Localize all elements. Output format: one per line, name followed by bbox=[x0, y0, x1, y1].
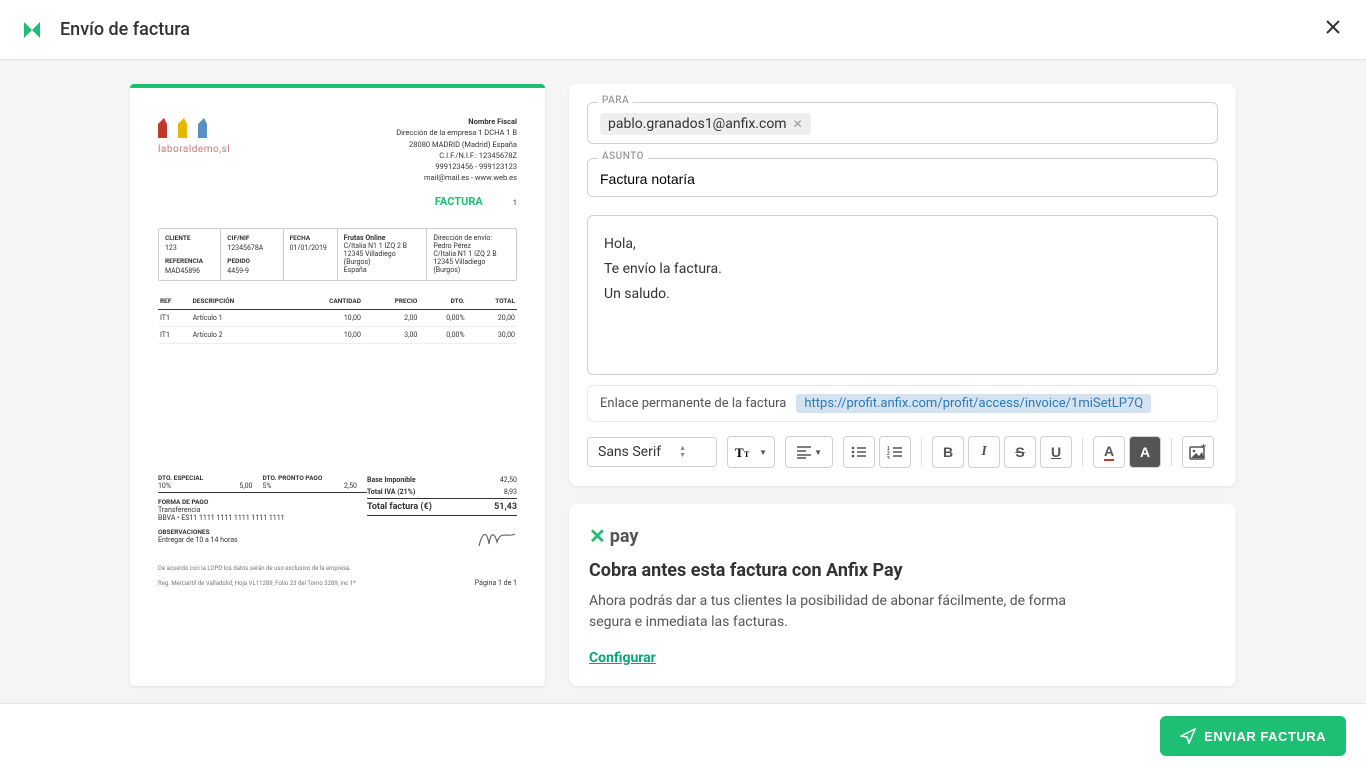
font-size-icon: TT bbox=[735, 444, 757, 460]
numbered-list-icon: 123 bbox=[887, 445, 903, 459]
underline-button[interactable]: U bbox=[1040, 436, 1072, 468]
permalink-row: Enlace permanente de la factura https://… bbox=[587, 385, 1218, 422]
svg-text:T: T bbox=[744, 450, 750, 459]
recipient-field[interactable]: PARA pablo.granados1@anfix.com ✕ bbox=[587, 102, 1218, 144]
chip-remove-icon[interactable]: ✕ bbox=[793, 117, 803, 131]
pay-title: Cobra antes esta factura con Anfix Pay bbox=[589, 560, 1216, 581]
bullet-list-button[interactable] bbox=[843, 436, 875, 468]
fiscal-info: Nombre Fiscal Dirección de la empresa 1 … bbox=[396, 116, 517, 210]
signature-icon bbox=[367, 524, 517, 557]
insert-image-button[interactable]: + bbox=[1182, 436, 1214, 468]
recipient-chip[interactable]: pablo.granados1@anfix.com ✕ bbox=[600, 113, 811, 135]
invoice-preview: laboraldemo,sl Nombre Fiscal Dirección d… bbox=[130, 84, 545, 686]
pay-logo: ✕pay bbox=[589, 524, 1216, 548]
footer-bar: ENVIAR FACTURA bbox=[0, 703, 1366, 768]
bold-icon: B bbox=[943, 444, 953, 460]
pay-promo: ✕pay Cobra antes esta factura con Anfix … bbox=[569, 504, 1236, 686]
svg-text:+: + bbox=[1201, 444, 1206, 451]
close-button[interactable] bbox=[1320, 14, 1346, 46]
company-name: laboraldemo,sl bbox=[158, 144, 230, 155]
message-body[interactable]: Hola, Te envío la factura. Un saludo. bbox=[587, 215, 1218, 375]
text-color-button[interactable]: A bbox=[1093, 436, 1125, 468]
image-icon: + bbox=[1189, 444, 1207, 460]
close-icon bbox=[1324, 18, 1342, 36]
align-button[interactable]: ▼ bbox=[785, 436, 833, 468]
highlight-icon: A bbox=[1140, 444, 1150, 460]
chevron-updown-icon: ▲▼ bbox=[679, 445, 686, 459]
bold-button[interactable]: B bbox=[932, 436, 964, 468]
table-row: IT1Artículo 210,003,000,00%30,00 bbox=[158, 327, 517, 344]
underline-icon: U bbox=[1051, 444, 1061, 460]
subject-field[interactable]: ASUNTO bbox=[587, 158, 1218, 197]
italic-button[interactable]: I bbox=[968, 436, 1000, 468]
font-select[interactable]: Sans Serif ▲▼ bbox=[587, 437, 717, 467]
pay-description: Ahora podrás dar a tus clientes la posib… bbox=[589, 591, 1089, 633]
header: Envío de factura bbox=[0, 0, 1366, 60]
italic-icon: I bbox=[981, 444, 986, 460]
strikethrough-icon: S bbox=[1015, 444, 1024, 460]
strikethrough-button[interactable]: S bbox=[1004, 436, 1036, 468]
page-title: Envío de factura bbox=[60, 19, 190, 40]
app-logo bbox=[20, 18, 44, 42]
text-color-icon: A bbox=[1104, 443, 1114, 461]
bullet-list-icon bbox=[851, 445, 867, 459]
line-items-table: REF DESCRIPCIÓN CANTIDAD PRECIO DTO. TOT… bbox=[158, 293, 517, 344]
send-invoice-button[interactable]: ENVIAR FACTURA bbox=[1160, 716, 1346, 756]
svg-text:T: T bbox=[735, 445, 744, 460]
company-logo bbox=[158, 116, 230, 138]
info-boxes: CLIENTE123 REFERENCIAMAD45896 CIF/NIF123… bbox=[158, 228, 517, 281]
editor-toolbar: Sans Serif ▲▼ TT ▼ ▼ 123 bbox=[587, 436, 1218, 468]
table-row: IT1Artículo 110,002,000,00%20,00 bbox=[158, 310, 517, 327]
svg-text:3: 3 bbox=[887, 456, 890, 459]
numbered-list-button[interactable]: 123 bbox=[879, 436, 911, 468]
configure-link[interactable]: Configurar bbox=[589, 650, 656, 666]
highlight-button[interactable]: A bbox=[1129, 436, 1161, 468]
email-form: PARA pablo.granados1@anfix.com ✕ ASUNTO … bbox=[569, 84, 1236, 486]
send-icon bbox=[1180, 728, 1196, 744]
align-left-icon bbox=[796, 445, 812, 459]
subject-input[interactable] bbox=[600, 171, 1205, 187]
font-size-button[interactable]: TT ▼ bbox=[727, 436, 775, 468]
permalink-url[interactable]: https://profit.anfix.com/profit/access/i… bbox=[796, 394, 1151, 413]
